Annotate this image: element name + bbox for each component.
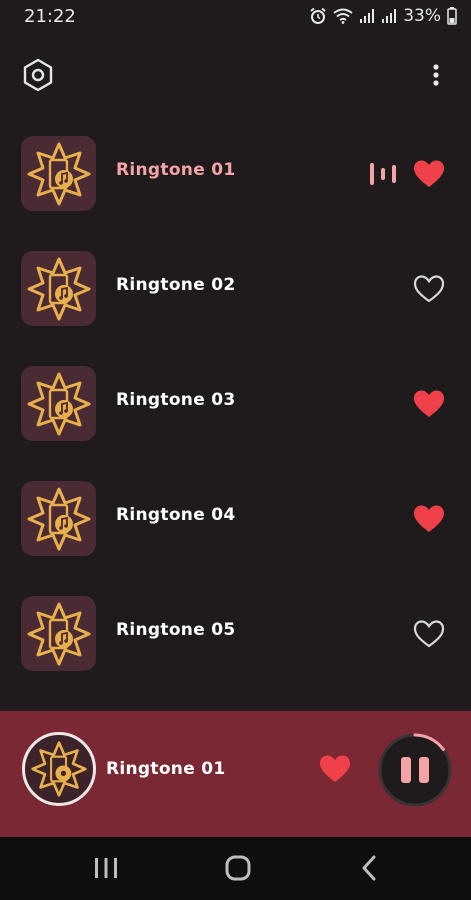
heart-outline-icon[interactable] — [412, 273, 446, 305]
heart-filled-icon[interactable] — [318, 753, 352, 785]
wifi-icon — [333, 8, 353, 24]
ringtone-star-icon — [27, 602, 90, 665]
back-icon[interactable] — [350, 851, 390, 885]
more-vertical-icon — [433, 64, 439, 86]
ringtone-thumbnail — [21, 366, 96, 441]
pause-button[interactable] — [376, 731, 454, 809]
ringtone-title: Ringtone 01 — [116, 160, 236, 180]
ringtone-thumbnail — [21, 251, 96, 326]
signal-icon — [360, 9, 375, 23]
status-icons: 33% — [309, 6, 457, 26]
system-nav-bar — [0, 837, 471, 900]
ringtone-star-icon — [31, 741, 87, 797]
ringtone-title: Ringtone 03 — [116, 390, 236, 410]
heart-outline-icon[interactable] — [412, 618, 446, 650]
battery-percent: 33% — [403, 6, 441, 26]
player-thumbnail — [22, 732, 96, 806]
equalizer-icon — [370, 163, 396, 185]
ringtone-title: Ringtone 05 — [116, 620, 236, 640]
progress-ring — [378, 733, 452, 807]
ringtone-star-icon — [27, 487, 90, 550]
heart-filled-icon[interactable] — [412, 503, 446, 535]
ringtone-row[interactable]: Ringtone 01 — [0, 132, 471, 216]
more-options-button[interactable] — [421, 57, 451, 93]
recent-apps-icon[interactable] — [86, 851, 126, 885]
ringtone-title: Ringtone 02 — [116, 275, 236, 295]
mini-player[interactable]: Ringtone 01 — [0, 711, 471, 837]
ringtone-title: Ringtone 04 — [116, 505, 236, 525]
alarm-icon — [310, 7, 326, 24]
settings-button[interactable] — [20, 57, 56, 93]
ringtone-row[interactable]: Ringtone 05 — [0, 592, 471, 676]
ringtone-thumbnail — [21, 596, 96, 671]
heart-filled-icon[interactable] — [412, 158, 446, 190]
ringtone-row[interactable]: Ringtone 03 — [0, 362, 471, 446]
ringtone-star-icon — [27, 257, 90, 320]
battery-icon — [447, 7, 457, 25]
settings-hexagon-icon — [23, 58, 53, 92]
signal-icon — [382, 9, 397, 23]
ringtone-row[interactable]: Ringtone 04 — [0, 477, 471, 561]
ringtone-star-icon — [27, 372, 90, 435]
ringtone-star-icon — [27, 142, 90, 205]
toolbar — [0, 52, 471, 98]
ringtone-thumbnail — [21, 481, 96, 556]
ringtone-row[interactable]: Ringtone 02 — [0, 247, 471, 331]
ringtone-thumbnail — [21, 136, 96, 211]
home-icon[interactable] — [218, 851, 258, 885]
player-title: Ringtone 01 — [106, 759, 226, 779]
status-time: 21:22 — [24, 6, 76, 27]
status-bar: 21:22 33% — [0, 0, 471, 34]
heart-filled-icon[interactable] — [412, 388, 446, 420]
